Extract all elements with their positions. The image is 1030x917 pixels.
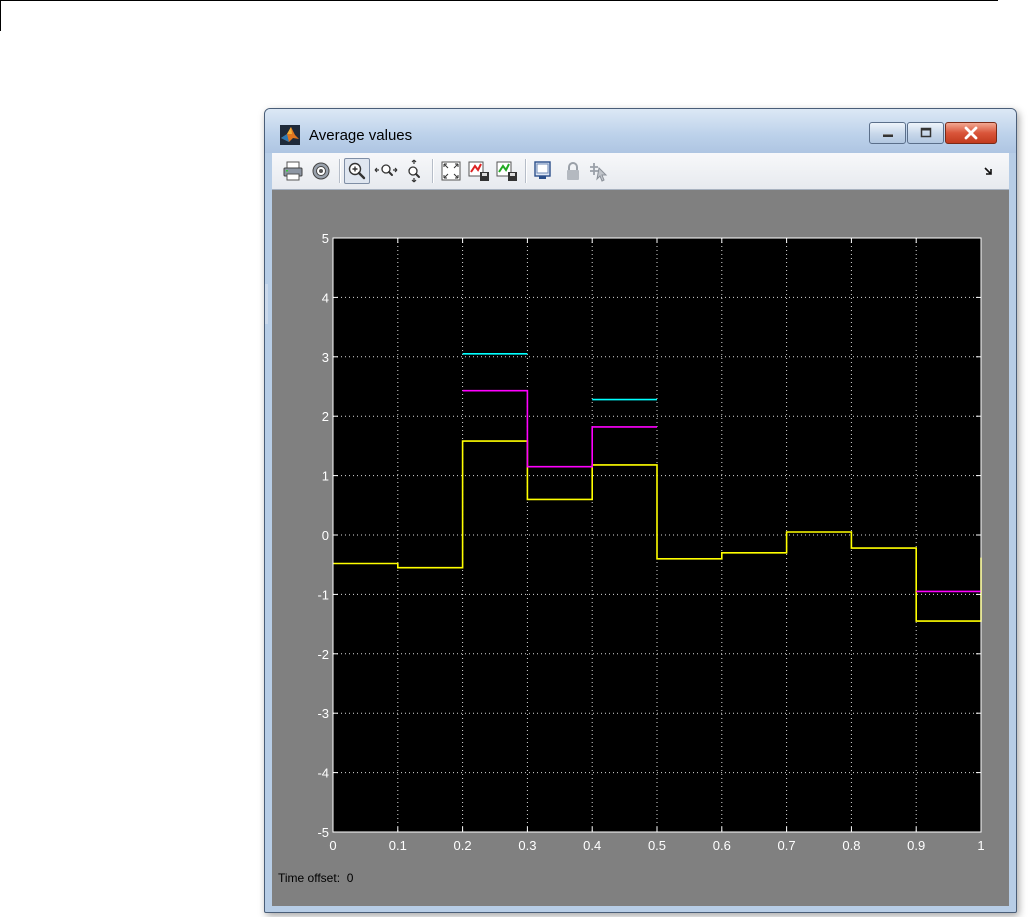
y-tick-label: 4: [322, 290, 329, 305]
x-tick-label: 0.3: [518, 838, 536, 853]
scope-plot[interactable]: 0 0.1 0.2 0.3 0.4 0.5 0.6 0.7 0.8 0.9 1 5 4 3 2 1 0 -1 -2 -…: [272, 190, 1009, 906]
x-tick-label: 0: [329, 838, 336, 853]
x-tick-label: 0.9: [907, 838, 925, 853]
y-tick-label: 5: [322, 231, 329, 246]
signal-selection-button[interactable]: [586, 158, 612, 184]
x-tick-label: 0.6: [713, 838, 731, 853]
minimize-button[interactable]: [869, 122, 906, 144]
minimize-icon: [882, 134, 893, 137]
autoscale-icon: [441, 161, 461, 181]
maximize-button[interactable]: [907, 122, 944, 144]
zoom-y-icon: [408, 159, 420, 183]
y-tick-label: 1: [322, 469, 329, 484]
parameters-icon: [312, 162, 330, 180]
toolbar-expand-button[interactable]: [980, 161, 998, 179]
time-offset-readout: Time offset: 0: [278, 871, 353, 885]
window-edge-highlight: [265, 284, 268, 324]
x-tick-label: 0.7: [778, 838, 796, 853]
close-button[interactable]: [945, 122, 997, 144]
parameters-button[interactable]: [308, 158, 334, 184]
y-tick-label: 0: [322, 528, 329, 543]
restore-axes-icon: [496, 161, 517, 181]
zoom-y-button[interactable]: [401, 158, 427, 184]
matlab-icon: [280, 125, 300, 145]
time-offset-value: 0: [346, 871, 354, 885]
y-tick-label: 2: [322, 409, 329, 424]
save-axes-icon: [468, 161, 489, 181]
x-tick-label: 0.8: [842, 838, 860, 853]
y-tick-label: -3: [317, 706, 329, 721]
y-tick-label: 3: [322, 350, 329, 365]
zoom-x-icon: [374, 164, 398, 176]
x-tick-label: 0.1: [389, 838, 407, 853]
y-tick-label: -5: [317, 825, 329, 840]
x-tick-label: 1: [977, 838, 984, 853]
zoom-in-icon: [348, 162, 366, 180]
print-button[interactable]: [280, 158, 306, 184]
window-title: Average values: [309, 127, 413, 144]
time-offset-label: Time offset:: [278, 871, 341, 885]
scope-window: Average values 0 0.1 0.2 0.3 0.4 0.5 0.6…: [264, 108, 1017, 913]
page-top-rule: [0, 0, 998, 1]
print-icon: [283, 161, 303, 181]
toolbar-separator: [339, 159, 341, 183]
zoom-x-button[interactable]: [373, 158, 399, 184]
x-tick-label: 0.5: [648, 838, 666, 853]
floating-scope-icon: [534, 161, 551, 179]
lock-axes-button[interactable]: [560, 158, 586, 184]
x-tick-label: 0.2: [454, 838, 472, 853]
chevron-icon: [984, 167, 992, 175]
toolbar-separator: [432, 159, 434, 183]
y-tick-label: -4: [317, 766, 329, 781]
signal-selection-icon: [590, 163, 608, 182]
scope-toolbar: [272, 153, 1009, 190]
lock-icon: [567, 162, 579, 180]
y-tick-label: -2: [317, 647, 329, 662]
title-bar[interactable]: Average values: [265, 109, 1016, 153]
zoom-in-button[interactable]: [344, 158, 370, 184]
toolbar-separator: [525, 159, 527, 183]
scope-display: 0 0.1 0.2 0.3 0.4 0.5 0.6 0.7 0.8 0.9 1 5 4 3 2 1 0 -1 -2 -…: [272, 190, 1009, 906]
floating-scope-button[interactable]: [530, 158, 556, 184]
y-tick-label: -1: [317, 587, 329, 602]
restore-axes-button[interactable]: [494, 158, 520, 184]
close-icon: [964, 126, 978, 140]
autoscale-button[interactable]: [438, 158, 464, 184]
x-tick-label: 0.4: [583, 838, 601, 853]
maximize-icon: [920, 127, 931, 138]
page-left-tick: [0, 0, 1, 31]
save-axes-button[interactable]: [466, 158, 492, 184]
